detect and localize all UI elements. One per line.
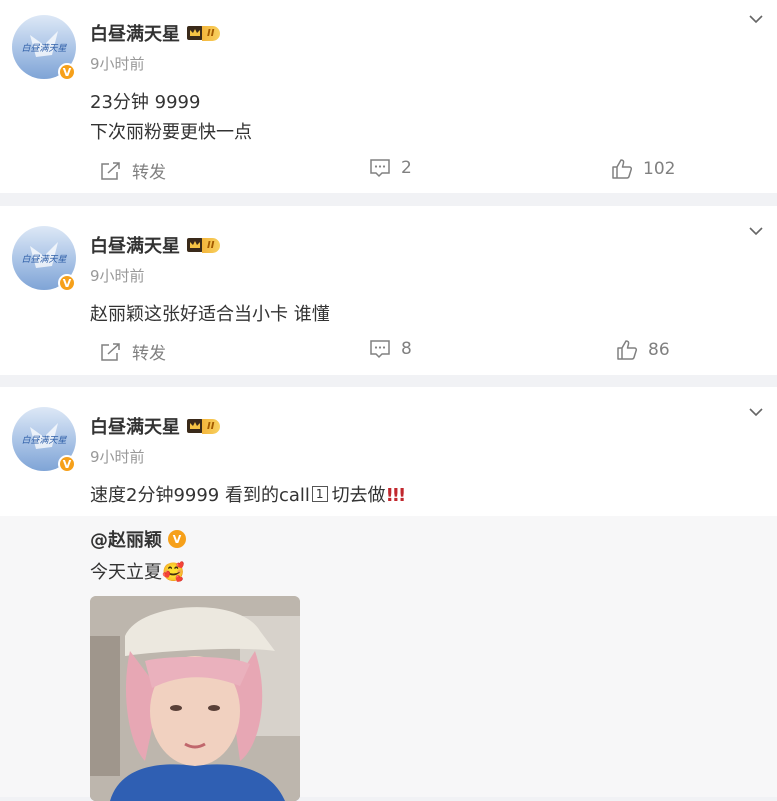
repost-label: 转发	[132, 344, 166, 364]
thumbs-up-icon	[612, 159, 633, 179]
post-text-line: 赵丽颖这张好适合当小卡 谁懂	[90, 304, 330, 325]
username[interactable]: 白昼满天星	[90, 413, 180, 439]
vip-badge[interactable]: II	[186, 24, 221, 42]
retweet-author[interactable]: @赵丽颖 V	[90, 526, 186, 552]
comment-button[interactable]: 8	[369, 339, 412, 359]
post-text-line: 下次丽粉要更快一点	[90, 122, 252, 143]
repost-label: 转发	[132, 163, 166, 183]
retweet-emoji: 🥰	[162, 562, 185, 583]
like-count: 102	[643, 159, 676, 179]
keycap-emoji: 1	[311, 486, 328, 502]
comment-icon	[370, 159, 390, 178]
avatar[interactable]: 白昼满天星 V	[12, 226, 76, 292]
verified-badge-icon: V	[58, 455, 76, 473]
vip-level: II	[202, 237, 221, 253]
post-text-main: 速度2分钟9999 看到的call	[90, 485, 310, 506]
comment-count: 8	[401, 339, 412, 359]
avatar-text: 白昼满天星	[21, 43, 67, 54]
post-text: 速度2分钟9999 看到的call 1 切去做!!!	[90, 481, 407, 507]
like-button[interactable]: 102	[611, 158, 675, 180]
vip-level: II	[202, 418, 221, 434]
thumbs-up-icon	[617, 340, 638, 360]
post-text-tail: 切去做	[331, 485, 386, 506]
comment-icon	[370, 340, 390, 359]
vip-badge[interactable]: II	[186, 417, 221, 435]
user-row: 白昼满天星 II	[90, 232, 221, 258]
retweet-mention[interactable]: @赵丽颖	[90, 526, 162, 552]
chevron-down-icon[interactable]	[749, 407, 763, 417]
post-text-line: 23分钟 9999	[90, 92, 201, 113]
retweet-photo[interactable]	[90, 596, 300, 801]
verified-badge-icon: V	[168, 530, 186, 548]
post-time[interactable]: 9小时前	[90, 446, 145, 467]
retweet-text-body: 今天立夏	[90, 562, 162, 583]
avatar[interactable]: 白昼满天星 V	[12, 407, 76, 473]
chevron-down-icon[interactable]	[749, 226, 763, 236]
post-card-1: 白昼满天星 V 白昼满天星 II 9小时前 23分钟 9999 下次丽粉要更快一…	[0, 0, 777, 193]
like-count: 86	[648, 340, 670, 360]
exclamation-emoji: !!!	[385, 485, 407, 506]
like-button[interactable]: 86	[616, 339, 670, 361]
vip-badge[interactable]: II	[186, 236, 221, 254]
user-row: 白昼满天星 II	[90, 413, 221, 439]
retweet-text: 今天立夏🥰	[90, 558, 184, 584]
repost-button[interactable]: 转发	[100, 158, 166, 183]
post-time[interactable]: 9小时前	[90, 53, 145, 74]
username[interactable]: 白昼满天星	[90, 232, 180, 258]
chevron-down-icon[interactable]	[749, 14, 763, 24]
username[interactable]: 白昼满天星	[90, 20, 180, 46]
avatar[interactable]: 白昼满天星 V	[12, 15, 76, 81]
avatar-text: 白昼满天星	[21, 435, 67, 446]
weibo-feed: 白昼满天星 V 白昼满天星 II 9小时前 23分钟 9999 下次丽粉要更快一…	[0, 0, 777, 801]
photo-image	[90, 596, 300, 801]
vip-level: II	[202, 25, 221, 41]
post-card-2: 白昼满天星 V 白昼满天星 II 9小时前 赵丽颖这张好适合当小卡 谁懂 转发 …	[0, 206, 777, 375]
avatar-text: 白昼满天星	[21, 254, 67, 265]
verified-badge-icon: V	[58, 274, 76, 292]
verified-badge-icon: V	[58, 63, 76, 81]
comment-button[interactable]: 2	[369, 158, 412, 178]
comment-count: 2	[401, 158, 412, 178]
share-icon	[101, 342, 120, 361]
share-icon	[101, 161, 120, 180]
repost-button[interactable]: 转发	[100, 339, 166, 364]
user-row: 白昼满天星 II	[90, 20, 221, 46]
post-time[interactable]: 9小时前	[90, 265, 145, 286]
